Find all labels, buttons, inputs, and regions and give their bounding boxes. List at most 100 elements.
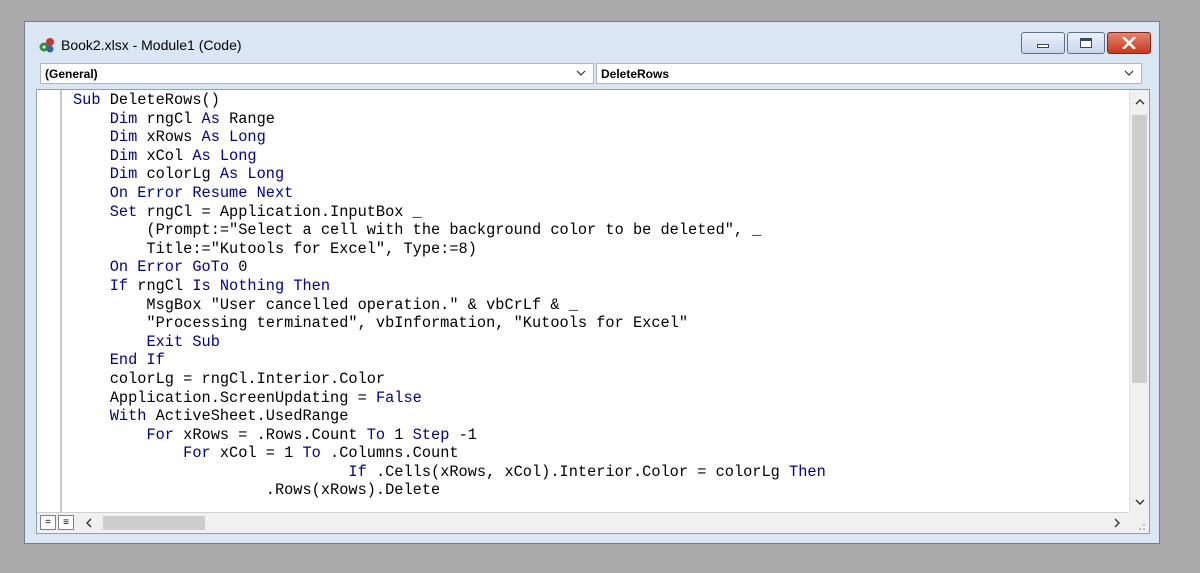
code-keyword: On Error GoTo — [109, 258, 239, 277]
maximize-button[interactable] — [1067, 32, 1105, 54]
vertical-scrollbar[interactable] — [1129, 90, 1149, 514]
code-line[interactable]: colorLg = rngCl.Interior.Color — [73, 370, 826, 389]
code-token: Range — [229, 109, 275, 128]
scroll-down-icon[interactable] — [1134, 496, 1146, 508]
procedure-dropdown-value: DeleteRows — [601, 67, 670, 81]
scroll-left-icon[interactable] — [83, 517, 95, 529]
procedure-view-icon[interactable]: = — [40, 515, 56, 530]
vertical-scroll-thumb[interactable] — [1132, 115, 1147, 383]
code-token: xRows = .Rows.Count — [183, 425, 367, 444]
code-keyword: Dim — [109, 128, 147, 147]
code-token: rngCl — [137, 276, 193, 295]
code-token: rngCl — [146, 109, 202, 128]
minimize-button[interactable] — [1021, 32, 1065, 54]
code-keyword: Dim — [109, 146, 147, 165]
object-dropdown-value: (General) — [45, 67, 98, 81]
code-text[interactable]: Sub DeleteRows() Dim rngCl As Range Dim … — [73, 91, 826, 500]
code-line[interactable]: Dim xCol As Long — [73, 147, 826, 166]
code-token: .Columns.Count — [330, 444, 459, 463]
code-line[interactable]: For xRows = .Rows.Count To 1 Step -1 — [73, 426, 826, 445]
code-keyword: With — [109, 407, 156, 426]
code-line[interactable]: End If — [73, 351, 826, 370]
code-line[interactable]: If .Cells(xRows, xCol).Interior.Color = … — [73, 462, 826, 482]
close-button[interactable] — [1107, 32, 1151, 54]
code-line[interactable]: With ActiveSheet.UsedRange — [73, 407, 826, 426]
code-keyword: If — [348, 462, 376, 481]
code-token: 1 — [394, 425, 413, 444]
scroll-right-icon[interactable] — [1111, 517, 1123, 529]
code-token: (Prompt:="Select a cell with the backgro… — [73, 221, 762, 240]
code-line[interactable]: Dim rngCl As Range — [73, 110, 826, 129]
code-keyword: Set — [109, 202, 147, 221]
code-keyword: Exit Sub — [146, 332, 220, 351]
code-keyword: Then — [789, 462, 826, 481]
code-keyword: To — [366, 425, 395, 444]
code-keyword: End If — [109, 351, 165, 370]
minimize-icon — [1037, 44, 1049, 48]
horizontal-scrollbar[interactable]: = ≡ — [37, 512, 1131, 533]
code-keyword: Sub — [73, 91, 110, 109]
object-dropdown[interactable]: (General) — [40, 63, 594, 84]
code-keyword: For — [146, 425, 184, 444]
chevron-down-icon — [576, 70, 586, 76]
size-grip[interactable] — [1129, 512, 1149, 533]
code-token: colorLg = rngCl.Interior.Color — [73, 369, 386, 388]
code-token: .Cells(xRows, xCol).Interior.Color = col… — [375, 462, 790, 481]
code-token: Application.ScreenUpdating = — [73, 388, 376, 407]
code-line[interactable]: On Error GoTo 0 — [73, 258, 826, 277]
code-keyword: As — [201, 109, 230, 128]
code-line[interactable]: MsgBox "User cancelled operation." & vbC… — [73, 296, 826, 315]
code-token: xRows — [146, 128, 202, 147]
horizontal-scroll-thumb[interactable] — [103, 516, 205, 530]
code-line[interactable]: Title:="Kutools for Excel", Type:=8) — [73, 240, 826, 259]
code-token: colorLg — [146, 165, 220, 184]
code-token: MsgBox "User cancelled operation." & vbC… — [73, 295, 578, 314]
full-module-view-icon[interactable]: ≡ — [58, 515, 74, 530]
code-keyword: Dim — [109, 165, 147, 184]
code-keyword: On Error Resume Next — [109, 183, 294, 202]
code-line[interactable]: On Error Resume Next — [73, 184, 826, 203]
window-title: Book2.xlsx - Module1 (Code) — [61, 37, 242, 53]
code-line[interactable]: Sub DeleteRows() — [73, 91, 826, 110]
code-editor[interactable]: Sub DeleteRows() Dim rngCl As Range Dim … — [36, 89, 1150, 534]
code-keyword: As Long — [219, 165, 285, 184]
code-line[interactable]: Dim colorLg As Long — [73, 165, 826, 184]
code-token: 0 — [238, 258, 248, 277]
code-line[interactable]: (Prompt:="Select a cell with the backgro… — [73, 221, 826, 240]
code-token: Title:="Kutools for Excel", Type:=8) — [73, 239, 477, 258]
scroll-up-icon[interactable] — [1134, 96, 1146, 108]
code-token: DeleteRows() — [109, 91, 220, 109]
procedure-dropdown[interactable]: DeleteRows — [596, 63, 1142, 84]
code-line[interactable]: If rngCl Is Nothing Then — [73, 277, 826, 296]
code-line[interactable]: .Rows(xRows).Delete — [73, 481, 826, 500]
vbe-code-window: Book2.xlsx - Module1 (Code) (General) De… — [24, 21, 1160, 544]
close-icon — [1122, 37, 1136, 49]
code-line[interactable]: Exit Sub — [73, 333, 826, 352]
code-token: -1 — [458, 425, 477, 444]
title-bar[interactable]: Book2.xlsx - Module1 (Code) — [25, 22, 1159, 62]
code-line[interactable]: For xCol = 1 To .Columns.Count — [73, 444, 826, 463]
code-keyword: If — [109, 276, 138, 295]
code-line[interactable]: Dim xRows As Long — [73, 128, 826, 147]
size-grip-icon — [1139, 524, 1145, 530]
code-line[interactable]: "Processing terminated", vbInformation, … — [73, 314, 826, 333]
margin-indicator-bar[interactable] — [37, 90, 62, 514]
code-line[interactable]: Set rngCl = Application.InputBox _ — [73, 203, 826, 222]
code-keyword: As Long — [201, 128, 266, 147]
code-line[interactable]: Application.ScreenUpdating = False — [73, 389, 826, 408]
code-token: "Processing terminated", vbInformation, … — [73, 314, 689, 333]
code-keyword: To — [302, 444, 331, 463]
code-token: xCol = 1 — [219, 444, 303, 463]
